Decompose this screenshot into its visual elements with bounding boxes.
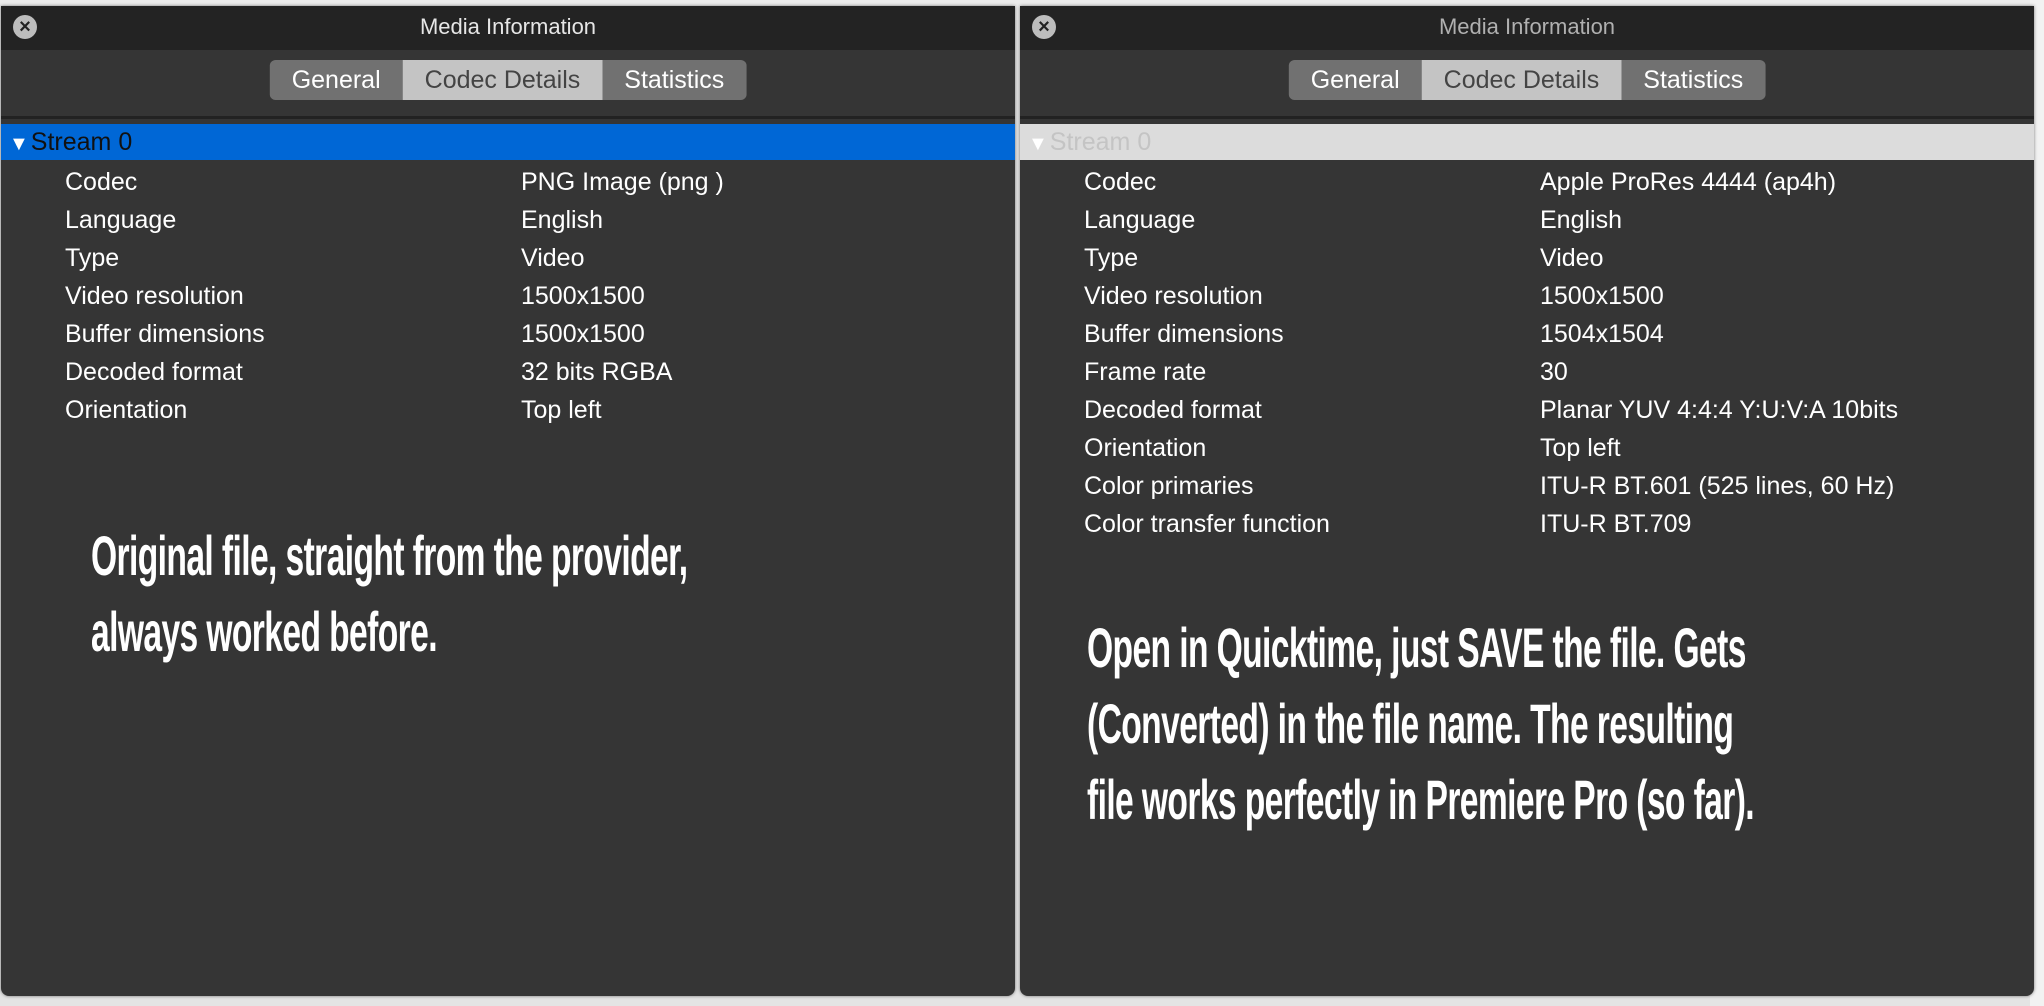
property-row: Language English (1, 201, 1015, 239)
property-value: English (1540, 206, 1622, 234)
property-row: Color primaries ITU-R BT.601 (525 lines, … (1020, 467, 2034, 505)
disclosure-triangle-icon[interactable]: ▼ (9, 133, 29, 155)
tab-bar: General Codec Details Statistics (269, 60, 747, 100)
tab-codec-details[interactable]: Codec Details (402, 60, 603, 100)
property-list: Codec PNG Image (png ) Language English Type… (1, 163, 1015, 429)
window-title: Media Information (1438, 14, 1616, 39)
property-label: Frame rate (1084, 358, 1207, 386)
property-label: Buffer dimensions (65, 320, 265, 348)
annotation-line: file works perfectly in Premiere Pro (so… (1087, 768, 1755, 831)
property-label: Color transfer function (1084, 510, 1330, 538)
property-value: Video (521, 244, 585, 272)
tab-statistics[interactable]: Statistics (602, 60, 747, 100)
property-row: Type Video (1020, 239, 2034, 277)
divider (1, 116, 1015, 119)
property-row: Video resolution 1500x1500 (1020, 277, 2034, 315)
tab-general[interactable]: General (1288, 60, 1422, 100)
window-title: Media Information (419, 14, 597, 39)
property-value: Video (1540, 244, 1604, 272)
tab-bar: General Codec Details Statistics (1288, 60, 1766, 100)
tab-statistics[interactable]: Statistics (1621, 60, 1766, 100)
property-row: Buffer dimensions 1500x1500 (1, 315, 1015, 353)
property-row: Decoded format 32 bits RGBA (1, 353, 1015, 391)
title-bar[interactable]: × Media Information (1020, 6, 2034, 50)
property-label: Decoded format (1084, 396, 1262, 424)
property-row: Codec Apple ProRes 4444 (ap4h) (1020, 163, 2034, 201)
property-row: Decoded format Planar YUV 4:4:4 Y:U:V:A 1… (1020, 391, 2034, 429)
stream-row[interactable]: ▼Stream 0 (1020, 124, 2034, 160)
annotation-text: Open in Quicktime, just SAVE the file. G… (1087, 610, 1755, 838)
property-value: 1504x1504 (1540, 320, 1664, 348)
property-value: Top left (521, 396, 602, 424)
property-row: Orientation Top left (1020, 429, 2034, 467)
annotation-line: Open in Quicktime, just SAVE the file. G… (1087, 616, 1746, 679)
annotation-line: (Converted) in the file name. The result… (1087, 692, 1734, 755)
property-row: Video resolution 1500x1500 (1, 277, 1015, 315)
property-value: English (521, 206, 603, 234)
property-label: Color primaries (1084, 472, 1254, 500)
title-bar[interactable]: × Media Information (1, 6, 1015, 50)
property-label: Decoded format (65, 358, 243, 386)
property-value: Planar YUV 4:4:4 Y:U:V:A 10bits (1540, 396, 1899, 424)
property-label: Type (1084, 244, 1139, 272)
property-value: 1500x1500 (521, 320, 645, 348)
property-value: ITU-R BT.709 (1540, 510, 1692, 538)
property-value: ITU-R BT.601 (525 lines, 60 Hz) (1540, 472, 1895, 500)
property-value: 1500x1500 (521, 282, 645, 310)
annotation-text: Original file, straight from the provide… (91, 518, 688, 670)
media-info-window-converted: × Media Information General Codec Details… (1020, 6, 2034, 996)
property-value: 30 (1540, 358, 1568, 386)
property-list: Codec Apple ProRes 4444 (ap4h) Language Eng… (1020, 163, 2034, 543)
tab-codec-details[interactable]: Codec Details (1421, 60, 1622, 100)
divider (1020, 116, 2034, 119)
stream-label: Stream 0 (30, 128, 133, 156)
property-row: Language English (1020, 201, 2034, 239)
property-label: Orientation (65, 396, 188, 424)
property-row: Frame rate 30 (1020, 353, 2034, 391)
annotation-line: always worked before. (91, 600, 438, 663)
property-row: Codec PNG Image (png ) (1, 163, 1015, 201)
property-label: Language (65, 206, 177, 234)
property-label: Codec (1084, 168, 1157, 196)
property-row: Color transfer function ITU-R BT.709 (1020, 505, 2034, 543)
property-row: Orientation Top left (1, 391, 1015, 429)
property-label: Language (1084, 206, 1196, 234)
tab-general[interactable]: General (269, 60, 403, 100)
property-row: Type Video (1, 239, 1015, 277)
property-label: Video resolution (1084, 282, 1263, 310)
property-label: Orientation (1084, 434, 1207, 462)
property-value: PNG Image (png ) (521, 168, 724, 196)
property-value: 32 bits RGBA (521, 358, 673, 386)
property-label: Type (65, 244, 120, 272)
stream-label: Stream 0 (1049, 128, 1152, 156)
media-info-window-original: × Media Information General Codec Details… (1, 6, 1015, 996)
property-value: Apple ProRes 4444 (ap4h) (1540, 168, 1837, 196)
property-label: Buffer dimensions (1084, 320, 1284, 348)
property-row: Buffer dimensions 1504x1504 (1020, 315, 2034, 353)
annotation-line: Original file, straight from the provide… (91, 524, 688, 587)
stream-row[interactable]: ▼Stream 0 (1, 124, 1015, 160)
property-value: Top left (1540, 434, 1621, 462)
property-label: Video resolution (65, 282, 244, 310)
property-label: Codec (65, 168, 138, 196)
property-value: 1500x1500 (1540, 282, 1664, 310)
disclosure-triangle-icon[interactable]: ▼ (1028, 133, 1048, 155)
